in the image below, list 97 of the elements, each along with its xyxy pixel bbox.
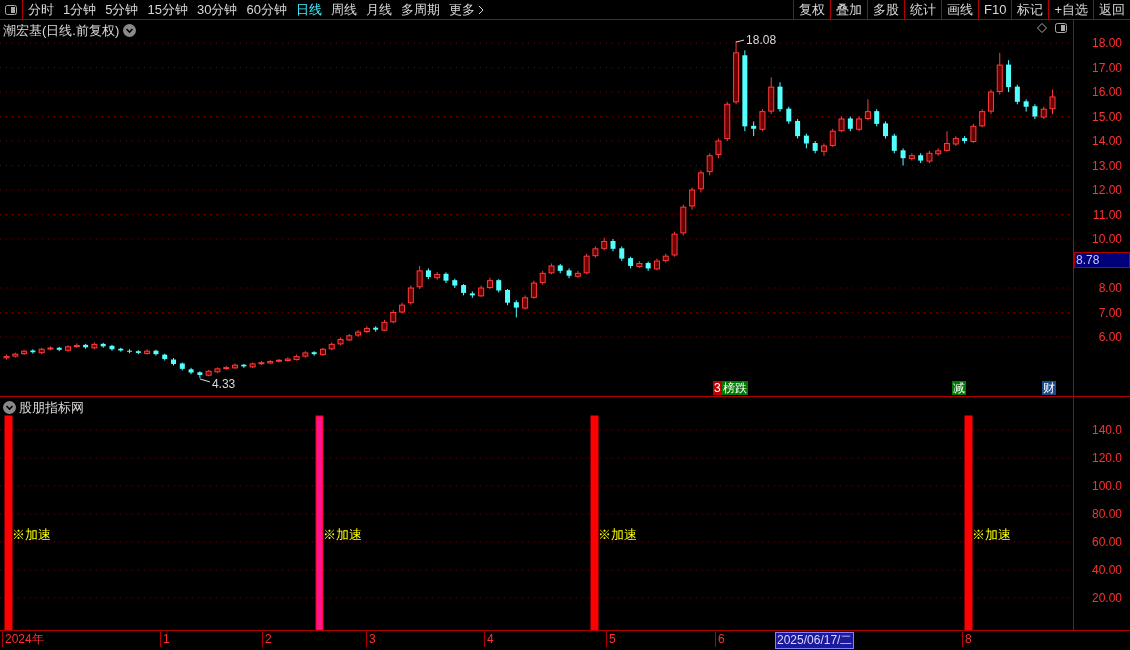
candlestick xyxy=(715,138,722,159)
more-menu[interactable]: 更多 xyxy=(448,0,484,20)
toolbar-button[interactable]: 画线 xyxy=(941,0,978,19)
high-price-label: 18.08 xyxy=(746,33,777,48)
candlestick xyxy=(407,285,414,306)
event-tag: 减 xyxy=(952,381,966,395)
candlestick xyxy=(900,147,906,167)
indicator-title: 股朋指标网 xyxy=(19,399,84,417)
signal-label: ※加速 xyxy=(972,526,1011,544)
candlestick xyxy=(891,133,897,154)
toolbar-button[interactable]: 叠加 xyxy=(830,0,867,19)
price-axis-label: 11.00 xyxy=(1092,207,1122,222)
candlestick xyxy=(759,108,766,132)
candlestick xyxy=(416,265,423,290)
event-tag: 榜跌 xyxy=(722,381,748,395)
candlestick xyxy=(1023,98,1029,113)
candlestick xyxy=(1049,89,1056,115)
period-tab[interactable]: 月线 xyxy=(365,0,392,20)
price-axis-label: 17.00 xyxy=(1091,60,1122,75)
chart-title: 潮宏基(日线.前复权) xyxy=(3,22,120,40)
chevron-right-icon xyxy=(477,4,484,15)
price-axis-label: 6.00 xyxy=(1098,330,1122,344)
period-tab[interactable]: 周线 xyxy=(330,0,357,20)
candlestick xyxy=(671,231,678,258)
toolbar-button[interactable]: 统计 xyxy=(904,0,941,19)
period-tab[interactable]: 5分钟 xyxy=(105,0,139,20)
price-axis-label: 7.00 xyxy=(1098,305,1122,320)
date-axis-label: 5 xyxy=(606,632,616,647)
date-axis-label: 2 xyxy=(262,632,272,647)
price-axis-label: 16.00 xyxy=(1091,85,1122,99)
candlestick xyxy=(311,350,317,357)
toolbar-button[interactable]: F10 xyxy=(978,0,1012,19)
current-price-label: 8.78 xyxy=(1074,252,1130,268)
panel-icon[interactable] xyxy=(1055,23,1067,33)
price-axis-label: 18.00 xyxy=(1091,36,1122,50)
toolbar-button[interactable]: 多股 xyxy=(867,0,904,19)
period-tab[interactable]: 日线 xyxy=(295,0,322,20)
toolbar-button[interactable]: +自选 xyxy=(1048,0,1093,19)
candlestick xyxy=(908,152,915,162)
indicator-axis-label: 100.0 xyxy=(1091,479,1122,493)
period-tab[interactable]: 30分钟 xyxy=(196,0,238,20)
date-axis-label: 4 xyxy=(484,632,494,647)
date-axis-label: 2024年 xyxy=(2,632,44,647)
price-axis-label: 13.00 xyxy=(1091,158,1122,173)
indicator-axis-label: 60.00 xyxy=(1091,535,1122,549)
date-axis-label: 1 xyxy=(160,632,170,647)
candlestick xyxy=(987,89,994,115)
candlestick xyxy=(144,348,151,356)
date-axis-label: 3 xyxy=(366,632,376,647)
candlestick xyxy=(777,81,783,113)
period-tab[interactable]: 分时 xyxy=(28,0,54,20)
candlestick xyxy=(583,253,590,275)
indicator-axis-label: 140.0 xyxy=(1091,423,1122,437)
candlestick xyxy=(1014,84,1020,105)
candlestick xyxy=(706,152,713,176)
price-axis-label: 8.00 xyxy=(1098,281,1122,295)
event-tag: 3 xyxy=(713,381,722,395)
date-axis-label: 2025/06/17/二 xyxy=(775,632,855,649)
signal-label: ※加速 xyxy=(598,526,637,544)
date-axis-label: 6 xyxy=(715,632,725,647)
candlestick xyxy=(795,118,801,140)
candlestick xyxy=(697,169,704,193)
diamond-icon[interactable] xyxy=(1037,23,1047,33)
period-tab[interactable]: 1分钟 xyxy=(63,0,97,20)
toolbar-button[interactable]: 标记 xyxy=(1011,0,1049,19)
candlestick xyxy=(820,142,827,157)
period-tab[interactable]: 15分钟 xyxy=(147,0,188,20)
signal-label: ※加速 xyxy=(323,526,362,544)
low-price-label: 4.33 xyxy=(211,376,236,391)
toolbar-button[interactable]: 复权 xyxy=(793,0,830,19)
indicator-axis-label: 40.00 xyxy=(1091,563,1122,577)
candlestick xyxy=(1006,59,1012,93)
price-axis-label: 12.00 xyxy=(1091,183,1122,197)
indicator-axis-label: 80.00 xyxy=(1091,507,1122,521)
price-axis-label: 10.00 xyxy=(1091,232,1122,246)
candlestick xyxy=(979,108,986,128)
signal-label: ※加速 xyxy=(12,526,51,544)
candlestick xyxy=(689,187,696,211)
panel-icon xyxy=(5,4,17,15)
candlestick xyxy=(197,370,203,379)
chevron-down-icon[interactable] xyxy=(3,401,16,415)
event-tag: 财 xyxy=(1042,381,1056,395)
period-tab[interactable]: 多周期 xyxy=(400,0,440,20)
toolbar-button[interactable]: 返回 xyxy=(1093,0,1130,19)
candlestick xyxy=(530,280,537,300)
date-axis-label: 8 xyxy=(962,632,972,647)
candlestick xyxy=(864,98,871,121)
candlestick xyxy=(829,128,836,148)
price-axis-label: 14.00 xyxy=(1091,134,1122,148)
indicator-axis-label: 20.00 xyxy=(1091,591,1122,605)
candlestick xyxy=(30,348,36,355)
price-axis-label: 15.00 xyxy=(1091,109,1122,124)
indicator-axis-label: 120.0 xyxy=(1091,451,1122,465)
period-tab[interactable]: 60分钟 xyxy=(246,0,287,20)
candlestick xyxy=(944,130,951,153)
chevron-down-icon[interactable] xyxy=(123,24,137,38)
candlestick xyxy=(970,123,977,144)
